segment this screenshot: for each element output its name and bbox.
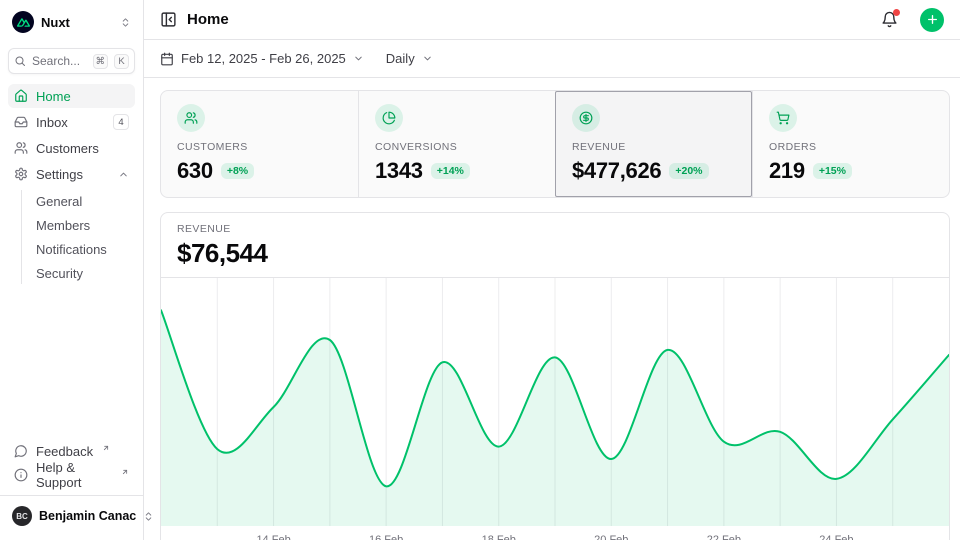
- sidebar-bottom: Feedback Help & Support BC Benjamin Cana…: [8, 439, 135, 532]
- subnav-label: Notifications: [36, 242, 107, 257]
- sidebar-item-label: Inbox: [36, 115, 105, 130]
- chart-current-value: $76,544: [177, 238, 933, 269]
- sidebar-item-home[interactable]: Home: [8, 84, 135, 108]
- plus-icon: [926, 13, 939, 26]
- x-axis-label: 24 Feb: [819, 534, 853, 540]
- chevron-up-icon: [118, 169, 129, 180]
- date-range-value: Feb 12, 2025 - Feb 26, 2025: [181, 51, 346, 66]
- chevron-down-icon: [353, 53, 364, 64]
- settings-subnav: General Members Notifications Security: [21, 190, 135, 284]
- search-input[interactable]: Search... ⌘ K: [8, 48, 135, 74]
- calendar-icon: [160, 52, 174, 66]
- stat-card-revenue[interactable]: REVENUE $477,626 +20%: [555, 91, 752, 197]
- content: CUSTOMERS 630 +8% CONVERSIONS 1343 +14%: [144, 78, 960, 540]
- stat-label: REVENUE: [572, 141, 736, 153]
- chart-body[interactable]: 14 Feb 16 Feb 18 Feb 20 Feb 22 Feb 24 Feb: [161, 278, 949, 540]
- sidebar-top: Nuxt Search... ⌘ K Home: [8, 8, 135, 286]
- sidebar-collapse-button[interactable]: [160, 11, 177, 28]
- subnav-label: Members: [36, 218, 90, 233]
- stat-card-orders[interactable]: ORDERS 219 +15%: [752, 91, 949, 197]
- kbd-k: K: [114, 54, 129, 69]
- add-button[interactable]: [920, 8, 944, 32]
- revenue-chart-card: REVENUE $76,544 14 Feb 16 Feb 18 Feb 20 Feb…: [160, 212, 950, 540]
- sidebar-item-label: Settings: [36, 167, 110, 182]
- stat-value: 630: [177, 158, 213, 184]
- sidebar-item-settings[interactable]: Settings: [8, 162, 135, 186]
- main-area: Home Feb 12, 2025 - Feb 26, 2025 Daily: [144, 0, 960, 540]
- date-range-picker[interactable]: Feb 12, 2025 - Feb 26, 2025: [160, 51, 364, 66]
- dollar-circle-icon: [572, 104, 600, 132]
- stat-value: 219: [769, 158, 805, 184]
- stat-label: CUSTOMERS: [177, 141, 342, 153]
- notifications-button[interactable]: [881, 11, 898, 28]
- period-value: Daily: [386, 51, 415, 66]
- notification-dot: [893, 9, 900, 16]
- users-icon: [14, 141, 28, 155]
- sidebar-item-security[interactable]: Security: [22, 262, 135, 284]
- stat-value: $477,626: [572, 158, 661, 184]
- x-axis-label: 18 Feb: [482, 534, 516, 540]
- subnav-label: Security: [36, 266, 83, 281]
- revenue-area-chart: 14 Feb 16 Feb 18 Feb 20 Feb 22 Feb 24 Feb: [161, 278, 949, 540]
- sidebar-item-label: Help & Support: [36, 460, 112, 490]
- avatar: BC: [12, 506, 32, 526]
- sidebar-item-label: Feedback: [36, 444, 93, 459]
- x-axis-label: 22 Feb: [707, 534, 741, 540]
- team-switcher[interactable]: Nuxt: [8, 8, 135, 36]
- chevron-down-icon: [422, 53, 433, 64]
- stat-value: 1343: [375, 158, 423, 184]
- pie-chart-icon: [375, 104, 403, 132]
- stat-delta-badge: +20%: [669, 163, 708, 180]
- inbox-count-badge: 4: [113, 114, 129, 130]
- sidebar-item-label: Home: [36, 89, 129, 104]
- team-name: Nuxt: [41, 15, 113, 30]
- home-icon: [14, 89, 28, 103]
- x-axis-label: 14 Feb: [256, 534, 290, 540]
- users-icon: [177, 104, 205, 132]
- stat-label: CONVERSIONS: [375, 141, 539, 153]
- external-link-icon: [121, 468, 129, 476]
- stats-panel: CUSTOMERS 630 +8% CONVERSIONS 1343 +14%: [160, 90, 950, 198]
- user-menu[interactable]: BC Benjamin Canac: [8, 500, 135, 532]
- gear-icon: [14, 167, 28, 181]
- stat-delta-badge: +8%: [221, 163, 254, 180]
- stat-delta-badge: +15%: [813, 163, 852, 180]
- page-title: Home: [187, 11, 871, 28]
- subnav-label: General: [36, 194, 82, 209]
- sidebar-item-customers[interactable]: Customers: [8, 136, 135, 160]
- user-name: Benjamin Canac: [39, 509, 136, 523]
- filters-toolbar: Feb 12, 2025 - Feb 26, 2025 Daily: [144, 40, 960, 78]
- stat-card-conversions[interactable]: CONVERSIONS 1343 +14%: [358, 91, 555, 197]
- app-window: Nuxt Search... ⌘ K Home: [0, 0, 960, 540]
- main-header: Home: [144, 0, 960, 40]
- stat-card-customers[interactable]: CUSTOMERS 630 +8%: [161, 91, 358, 197]
- search-icon: [14, 55, 26, 67]
- nuxt-logo-icon: [12, 11, 34, 33]
- info-icon: [14, 468, 28, 482]
- period-select[interactable]: Daily: [386, 51, 433, 66]
- kbd-meta: ⌘: [93, 54, 109, 69]
- x-axis-labels: 14 Feb 16 Feb 18 Feb 20 Feb 22 Feb 24 Feb: [256, 534, 853, 540]
- sidebar-nav: Home Inbox 4 Customers: [8, 84, 135, 286]
- stat-label: ORDERS: [769, 141, 933, 153]
- sidebar-item-notifications[interactable]: Notifications: [22, 238, 135, 260]
- inbox-icon: [14, 115, 28, 129]
- chart-label: REVENUE: [177, 223, 933, 235]
- sidebar-item-label: Customers: [36, 141, 129, 156]
- sidebar-item-help-support[interactable]: Help & Support: [8, 463, 135, 487]
- stat-delta-badge: +14%: [431, 163, 470, 180]
- sidebar: Nuxt Search... ⌘ K Home: [0, 0, 144, 540]
- search-placeholder: Search...: [32, 54, 87, 68]
- x-axis-label: 16 Feb: [369, 534, 403, 540]
- external-link-icon: [102, 444, 110, 452]
- cart-icon: [769, 104, 797, 132]
- divider: [0, 495, 143, 496]
- sidebar-item-members[interactable]: Members: [22, 214, 135, 236]
- message-circle-icon: [14, 444, 28, 458]
- chevrons-up-down-icon: [120, 17, 131, 28]
- chart-header: REVENUE $76,544: [161, 213, 949, 278]
- sidebar-item-general[interactable]: General: [22, 190, 135, 212]
- sidebar-item-inbox[interactable]: Inbox 4: [8, 110, 135, 134]
- x-axis-label: 20 Feb: [594, 534, 628, 540]
